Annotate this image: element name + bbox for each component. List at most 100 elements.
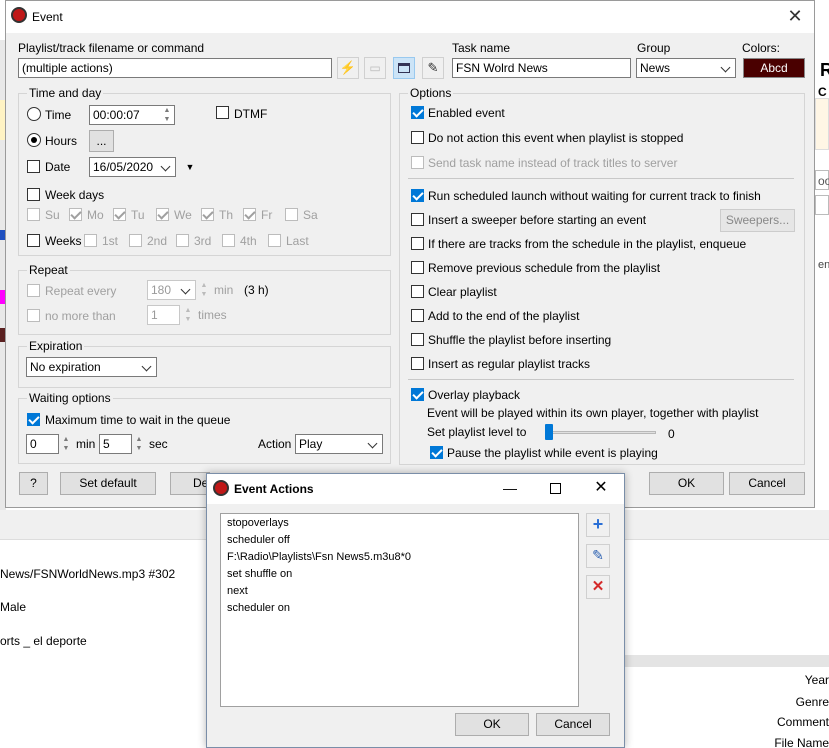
time-radio[interactable] bbox=[27, 107, 41, 121]
repeat-every-spinner[interactable]: ▲ ▼ bbox=[199, 281, 209, 301]
action-line[interactable]: next bbox=[227, 584, 248, 598]
folder-icon[interactable]: ▭ bbox=[364, 57, 386, 79]
insert-regular-label: Insert as regular playlist tracks bbox=[428, 357, 591, 371]
insert-regular-checkbox[interactable] bbox=[411, 357, 424, 370]
action-line[interactable]: F:\Radio\Playlists\Fsn News5.m3u8*0 bbox=[227, 550, 411, 564]
background-line-1: News/FSNWorldNews.mp3 #302 bbox=[0, 567, 176, 581]
de-button[interactable]: De bbox=[170, 472, 210, 495]
cancel-button[interactable]: Cancel bbox=[729, 472, 805, 495]
day-tu-checkbox[interactable] bbox=[113, 208, 126, 221]
no-more-than-input[interactable]: 1 bbox=[147, 305, 180, 325]
actions-ok-button[interactable]: OK bbox=[455, 713, 529, 736]
hours-radio-label: Hours bbox=[45, 134, 78, 148]
playlist-level-track bbox=[545, 431, 656, 434]
day-su-checkbox[interactable] bbox=[27, 208, 40, 221]
enabled-event-checkbox[interactable] bbox=[411, 106, 424, 119]
clear-playlist-checkbox[interactable] bbox=[411, 285, 424, 298]
edit-action-icon[interactable]: ✎ bbox=[586, 544, 610, 568]
date-input[interactable]: 16/05/2020 bbox=[89, 157, 176, 177]
wait-sec-input[interactable]: 5 bbox=[99, 434, 132, 454]
close-icon[interactable]: ✕ bbox=[785, 6, 805, 26]
group-label: Group bbox=[637, 41, 671, 55]
filename-input[interactable]: (multiple actions) bbox=[18, 58, 332, 78]
minimize-icon[interactable]: — bbox=[500, 480, 520, 498]
action-select[interactable]: Play bbox=[295, 434, 383, 454]
repeat-every-checkbox[interactable] bbox=[27, 284, 40, 297]
max-wait-checkbox[interactable] bbox=[27, 413, 40, 426]
action-line[interactable]: scheduler off bbox=[227, 533, 290, 547]
hours-radio[interactable] bbox=[27, 133, 41, 147]
repeat-label: Repeat bbox=[27, 263, 70, 277]
dtmf-checkbox[interactable] bbox=[216, 106, 229, 119]
day-th-checkbox[interactable] bbox=[201, 208, 214, 221]
wait-min-input[interactable]: 0 bbox=[26, 434, 59, 454]
wait-min-spinner[interactable]: ▲ ▼ bbox=[61, 435, 71, 455]
hours-button[interactable]: ... bbox=[89, 130, 114, 152]
expiration-select[interactable]: No expiration bbox=[26, 357, 157, 377]
run-scheduled-checkbox[interactable] bbox=[411, 189, 424, 202]
day-sa-checkbox[interactable] bbox=[285, 208, 298, 221]
weeks-checkbox[interactable] bbox=[27, 234, 40, 247]
repeat-every-select[interactable]: 180 bbox=[147, 280, 196, 300]
event-actions-close-icon[interactable]: ✕ bbox=[591, 478, 611, 498]
action-label: Action bbox=[258, 437, 292, 451]
pause-playlist-checkbox[interactable] bbox=[430, 446, 443, 459]
date-checkbox[interactable] bbox=[27, 160, 40, 173]
time-spinner[interactable]: ▲ ▼ bbox=[162, 106, 172, 126]
day-we-checkbox[interactable] bbox=[156, 208, 169, 221]
send-task-name-checkbox[interactable] bbox=[411, 156, 424, 169]
wait-min-unit: min bbox=[76, 437, 96, 451]
background-label-year: Year bbox=[804, 673, 829, 687]
list-view-glyph bbox=[398, 63, 410, 73]
date-dropdown-button[interactable]: ▼ bbox=[178, 157, 202, 177]
set-default-button[interactable]: Set default bbox=[60, 472, 156, 495]
sweepers-button[interactable]: Sweepers... bbox=[720, 209, 795, 232]
list-view-icon[interactable] bbox=[393, 57, 415, 79]
week-4th-label: 4th bbox=[240, 234, 257, 248]
add-action-icon[interactable]: + bbox=[586, 513, 610, 537]
action-line[interactable]: set shuffle on bbox=[227, 567, 292, 581]
color-sample-button[interactable]: Abcd bbox=[743, 58, 805, 78]
shuffle-checkbox[interactable] bbox=[411, 333, 424, 346]
repeat-every-hint: (3 h) bbox=[244, 283, 269, 297]
insert-sweeper-checkbox[interactable] bbox=[411, 213, 424, 226]
edit-icon[interactable]: ✎ bbox=[422, 57, 444, 79]
day-fr-checkbox[interactable] bbox=[243, 208, 256, 221]
lightning-icon[interactable]: ⚡ bbox=[337, 57, 359, 79]
day-mo-checkbox[interactable] bbox=[69, 208, 82, 221]
week-4th-checkbox[interactable] bbox=[222, 234, 235, 247]
event-titlebar bbox=[6, 1, 814, 33]
action-line[interactable]: scheduler on bbox=[227, 601, 290, 615]
taskname-input[interactable]: FSN Wolrd News bbox=[452, 58, 631, 78]
week-last-checkbox[interactable] bbox=[268, 234, 281, 247]
action-line[interactable]: stopoverlays bbox=[227, 516, 289, 530]
week-1st-checkbox[interactable] bbox=[84, 234, 97, 247]
wait-sec-unit: sec bbox=[149, 437, 168, 451]
wait-sec-spinner[interactable]: ▲ ▼ bbox=[134, 435, 144, 455]
repeat-every-unit: min bbox=[214, 283, 234, 297]
add-to-end-checkbox[interactable] bbox=[411, 309, 424, 322]
no-more-than-checkbox[interactable] bbox=[27, 309, 40, 322]
overlay-playback-checkbox[interactable] bbox=[411, 388, 424, 401]
week-2nd-checkbox[interactable] bbox=[129, 234, 142, 247]
event-title: Event bbox=[32, 10, 63, 24]
maximize-icon[interactable] bbox=[550, 483, 561, 494]
playlist-level-slider[interactable] bbox=[545, 424, 553, 440]
weekdays-checkbox[interactable] bbox=[27, 188, 40, 201]
help-button[interactable]: ? bbox=[19, 472, 48, 495]
no-action-stopped-checkbox[interactable] bbox=[411, 131, 424, 144]
time-and-day-group: Time and day bbox=[18, 86, 391, 256]
background-label-genre: Genre bbox=[795, 695, 829, 709]
time-radio-label: Time bbox=[45, 108, 72, 122]
enqueue-checkbox[interactable] bbox=[411, 237, 424, 250]
remove-previous-checkbox[interactable] bbox=[411, 261, 424, 274]
delete-action-icon[interactable]: ✕ bbox=[586, 575, 610, 599]
no-more-than-spinner[interactable]: ▲ ▼ bbox=[183, 306, 193, 326]
day-fr-label: Fr bbox=[261, 208, 273, 222]
max-wait-label: Maximum time to wait in the queue bbox=[45, 413, 231, 427]
actions-cancel-button[interactable]: Cancel bbox=[536, 713, 610, 736]
overlay-playback-label: Overlay playback bbox=[428, 388, 521, 402]
ok-button[interactable]: OK bbox=[649, 472, 724, 495]
group-select[interactable]: News bbox=[636, 58, 736, 78]
week-3rd-checkbox[interactable] bbox=[176, 234, 189, 247]
